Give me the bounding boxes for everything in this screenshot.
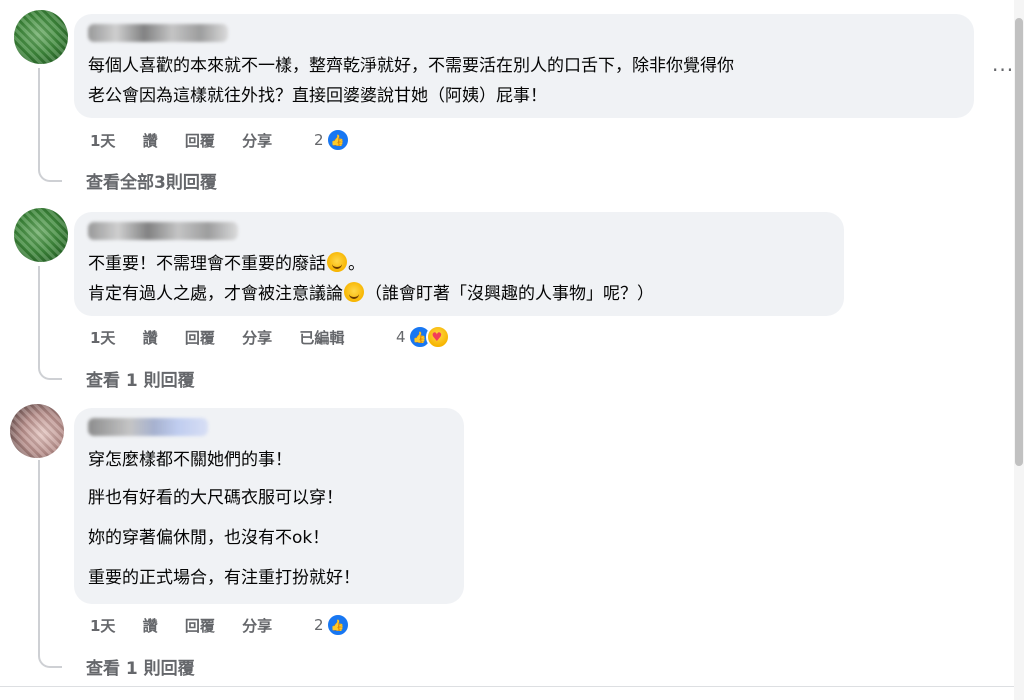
grin-emoji-icon — [344, 282, 364, 302]
commenter-avatar[interactable] — [10, 404, 64, 458]
like-thumb-icon: 👍 — [325, 613, 350, 637]
reaction-summary[interactable]: 2 👍 — [314, 613, 350, 637]
comment-time[interactable]: 1天 — [90, 617, 115, 635]
like-thumb-icon: 👍 — [325, 128, 350, 152]
reply-thread-line — [38, 460, 62, 668]
commenter-avatar[interactable] — [14, 208, 68, 262]
comment-bubble: 穿怎麼樣都不關她們的事！ 胖也有好看的大尺碼衣服可以穿！ 妳的穿著偏休閒，也沒有… — [74, 408, 464, 604]
view-replies-link[interactable]: 查看 1 則回覆 — [86, 654, 195, 679]
reply-button[interactable]: 回覆 — [185, 329, 215, 347]
share-button[interactable]: 分享 — [242, 329, 272, 347]
reply-thread-line — [38, 266, 62, 380]
comment-time[interactable]: 1天 — [90, 329, 115, 347]
view-replies-link[interactable]: 查看全部3則回覆 — [86, 168, 217, 193]
like-button[interactable]: 讚 — [143, 132, 158, 150]
yawn-emoji-icon — [327, 252, 347, 272]
comment-actions: 1天 讚 回覆 分享 已編輯 — [90, 327, 366, 348]
commenter-name-redacted[interactable] — [88, 222, 238, 240]
comment-bubble: 每個人喜歡的本來就不一樣，整齊乾淨就好，不需要活在別人的口舌下，除非你覺得你 老… — [74, 14, 974, 118]
comment-time[interactable]: 1天 — [90, 132, 115, 150]
comment-text-line: 穿怎麼樣都不關她們的事！ — [88, 450, 292, 470]
care-reaction-icon — [425, 325, 450, 349]
comment-text: 。 — [348, 254, 365, 274]
more-options-icon[interactable]: ··· — [992, 58, 1014, 82]
edited-label[interactable]: 已編輯 — [299, 329, 344, 347]
commenter-name-redacted[interactable] — [88, 24, 228, 42]
comment-text-line: 每個人喜歡的本來就不一樣，整齊乾淨就好，不需要活在別人的口舌下，除非你覺得你 — [88, 56, 734, 76]
like-button[interactable]: 讚 — [143, 329, 158, 347]
reply-button[interactable]: 回覆 — [185, 617, 215, 635]
avatar-blur — [10, 404, 64, 458]
comment-text-line: 老公會因為這樣就往外找？直接回婆婆說甘她（阿姨）屁事！ — [88, 86, 547, 106]
reply-button[interactable]: 回覆 — [185, 132, 215, 150]
commenter-name-redacted[interactable] — [88, 418, 208, 436]
comment-text: （誰會盯著「沒興趣的人事物」呢？） — [365, 284, 654, 304]
scrollbar-track[interactable] — [1014, 0, 1024, 700]
scrollbar-thumb[interactable] — [1015, 18, 1023, 466]
reaction-summary[interactable]: 2 👍 — [314, 128, 350, 152]
share-button[interactable]: 分享 — [242, 617, 272, 635]
reaction-summary[interactable]: 4 👍 — [396, 325, 450, 349]
comment-text-line: 不重要！不需理會不重要的廢話 。 — [88, 250, 365, 278]
divider — [0, 686, 1014, 687]
comment-actions: 1天 讚 回覆 分享 — [90, 615, 294, 636]
comment-actions: 1天 讚 回覆 分享 — [90, 130, 294, 151]
comment-text-line: 妳的穿著偏休閒，也沒有不ok！ — [88, 528, 330, 548]
avatar-blur — [14, 208, 68, 262]
reaction-count: 2 — [314, 131, 324, 149]
reply-thread-line — [38, 68, 62, 182]
comment-bubble: 不重要！不需理會不重要的廢話 。 肯定有過人之處，才會被注意議論 （誰會盯著「沒興趣… — [74, 212, 844, 316]
comment-text: 不重要！不需理會不重要的廢話 — [88, 254, 326, 274]
comment-text-line: 肯定有過人之處，才會被注意議論 （誰會盯著「沒興趣的人事物」呢？） — [88, 280, 654, 308]
avatar-blur — [14, 10, 68, 64]
like-button[interactable]: 讚 — [143, 617, 158, 635]
view-replies-link[interactable]: 查看 1 則回覆 — [86, 366, 195, 391]
comment-text-line: 重要的正式場合，有注重打扮就好！ — [88, 568, 360, 588]
reaction-count: 2 — [314, 616, 324, 634]
share-button[interactable]: 分享 — [242, 132, 272, 150]
comment-text: 肯定有過人之處，才會被注意議論 — [88, 284, 343, 304]
reaction-count: 4 — [396, 328, 406, 346]
commenter-avatar[interactable] — [14, 10, 68, 64]
comment-text-line: 胖也有好看的大尺碼衣服可以穿！ — [88, 488, 343, 508]
